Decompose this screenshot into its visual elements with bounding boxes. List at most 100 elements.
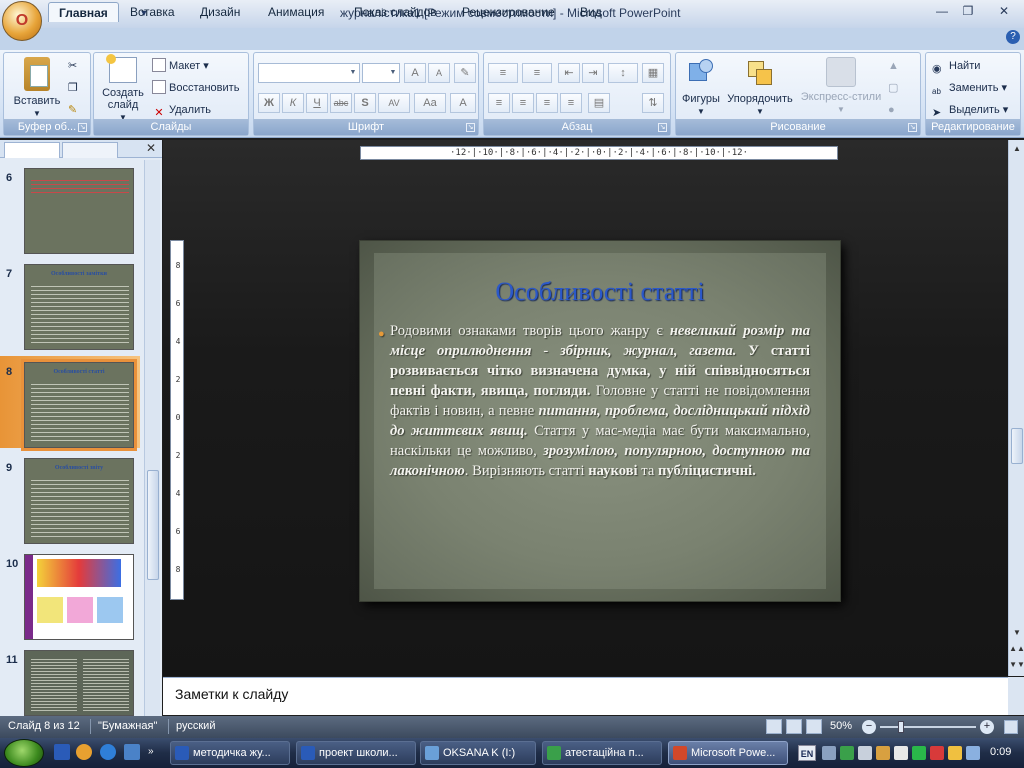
align-right-icon[interactable]: ≡ [536,93,558,113]
slide-thumbnail-9[interactable]: Особливості звіту [24,458,134,544]
tab-home[interactable]: Главная [48,2,119,22]
volume-icon[interactable] [858,746,872,760]
numbering-icon[interactable]: ≡ [522,63,552,83]
font-expand-icon[interactable]: ↘ [466,123,475,132]
replace-button[interactable]: ab Заменить ▾ [932,79,1007,97]
char-spacing-button[interactable]: AV [378,93,410,113]
paste-button[interactable]: Вставить ▼ [8,57,66,120]
shape-outline-icon[interactable]: ▢ [888,79,898,97]
slideshow-view-icon[interactable] [806,719,822,734]
paragraph-expand-icon[interactable]: ↘ [658,123,667,132]
copy-icon[interactable]: ❐ [68,79,78,97]
tab-review[interactable]: Рецензирование [452,2,565,22]
increase-indent-icon[interactable]: ⇥ [582,63,604,83]
columns-menu-icon[interactable]: ▤ [588,93,610,113]
taskbar-button[interactable]: атестаційна п... [542,741,662,765]
font-size-field[interactable]: ▼ [362,63,400,83]
safely-remove-icon[interactable] [930,746,944,760]
start-button[interactable] [4,739,44,767]
quick-launch-icon[interactable] [54,744,70,760]
bold-button[interactable]: Ж [258,93,280,113]
tab-view[interactable]: Вид [570,2,612,22]
tab-insert[interactable]: Вставка [120,2,185,22]
show-desktop-icon[interactable] [124,744,140,760]
shape-fill-icon[interactable]: ▲ [888,57,899,75]
tab-design[interactable]: Дизайн [190,2,250,22]
slide-sorter-view-icon[interactable] [786,719,802,734]
underline-button[interactable]: Ч [306,93,328,113]
tray-icon[interactable] [822,746,836,760]
vertical-scrollbar[interactable]: ▲ ▼ ▲▲ ▼▼ [1008,140,1024,676]
prev-slide-icon[interactable]: ▲▲ [1009,644,1024,653]
network-icon[interactable] [840,746,854,760]
shape-effects-icon[interactable]: ● [888,101,895,119]
align-left-icon[interactable]: ≡ [488,93,510,113]
find-button[interactable]: ◉ Найти [932,57,980,75]
decrease-indent-icon[interactable]: ⇤ [558,63,580,83]
quick-launch-icon[interactable] [76,744,92,760]
slide-thumbnail-7[interactable]: Особливості замітки [24,264,134,350]
drawing-expand-icon[interactable]: ↘ [908,123,917,132]
quick-launch-overflow-icon[interactable]: » [148,746,154,757]
scroll-thumb[interactable] [1011,428,1023,464]
clock[interactable]: 0:09 [990,746,1011,758]
zoom-level[interactable]: 50% [830,720,852,732]
tray-icon[interactable] [948,746,962,760]
taskbar-button[interactable]: Microsoft Powe... [668,741,788,765]
slide-thumbnail-6[interactable] [24,168,134,254]
outline-tab[interactable] [62,142,118,158]
quick-styles-button[interactable]: Экспресс-стили ▼ [798,57,884,116]
font-name-dropdown-icon[interactable]: ▼ [347,64,359,82]
slide-thumbnail-10[interactable] [24,554,134,640]
language-bar[interactable]: EN [798,745,816,761]
language-indicator[interactable]: русский [176,720,215,732]
delete-button[interactable]: ✕ Удалить [152,101,211,119]
tab-slideshow[interactable]: Показ слайдов [344,2,447,22]
italic-button[interactable]: К [282,93,304,113]
next-slide-icon[interactable]: ▼▼ [1009,660,1024,669]
shadow-button[interactable]: S [354,93,376,113]
help-icon[interactable]: ? [1006,30,1020,44]
change-case-button[interactable]: Aa [414,93,446,113]
layout-button[interactable]: Макет ▾ [152,57,209,75]
normal-view-icon[interactable] [766,719,782,734]
office-button[interactable]: O [2,1,42,41]
zoom-slider[interactable] [880,726,976,728]
taskbar-button[interactable]: методичка жу... [170,741,290,765]
minimize-icon[interactable]: — [930,4,954,20]
tray-icon[interactable] [912,746,926,760]
tab-animation[interactable]: Анимация [258,2,334,22]
taskbar-button[interactable]: проект школи... [296,741,416,765]
taskbar-button[interactable]: OKSANA K (I:) [420,741,536,765]
notes-scrollbar[interactable] [1008,677,1024,715]
panel-close-icon[interactable]: ✕ [144,141,158,155]
new-slide-button[interactable]: Создать слайд ▼ [98,54,148,124]
grow-font-button[interactable]: A [404,63,426,83]
zoom-out-icon[interactable]: − [862,720,876,734]
slide-title[interactable]: Особливості статті [360,277,840,307]
notes-pane[interactable]: Заметки к слайду [163,677,1008,715]
justify-icon[interactable]: ≡ [560,93,582,113]
zoom-slider-handle[interactable] [898,721,904,733]
scroll-up-icon[interactable]: ▲ [1009,144,1024,153]
select-button[interactable]: ➤ Выделить ▾ [932,101,1008,119]
arrange-button[interactable]: Упорядочить ▼ [724,57,796,118]
align-center-icon[interactable]: ≡ [512,93,534,113]
line-spacing-icon[interactable]: ↕ [608,63,638,83]
panel-scroll-thumb[interactable] [147,470,159,580]
font-name-field[interactable]: ▼ [258,63,360,83]
slide-thumbnail-8[interactable]: Особливості статті [21,359,137,451]
current-slide[interactable]: Особливості статті ● Родовими ознаками тв… [360,241,840,601]
cut-icon[interactable]: ✂ [68,57,77,75]
slide-body-text[interactable]: ● Родовими ознаками творів цього жанру є … [378,321,810,481]
slide-thumbnail-11[interactable] [24,650,134,716]
browser-icon[interactable] [100,744,116,760]
strikethrough-button[interactable]: abc [330,93,352,113]
font-size-dropdown-icon[interactable]: ▼ [387,64,399,82]
bullets-icon[interactable]: ≡ [488,63,518,83]
reset-button[interactable]: Восстановить [152,79,239,97]
format-painter-icon[interactable]: ✎ [68,101,77,119]
scroll-down-icon[interactable]: ▼ [1009,628,1024,637]
text-direction-icon[interactable]: ⇅ [642,93,664,113]
tray-icon[interactable] [966,746,980,760]
